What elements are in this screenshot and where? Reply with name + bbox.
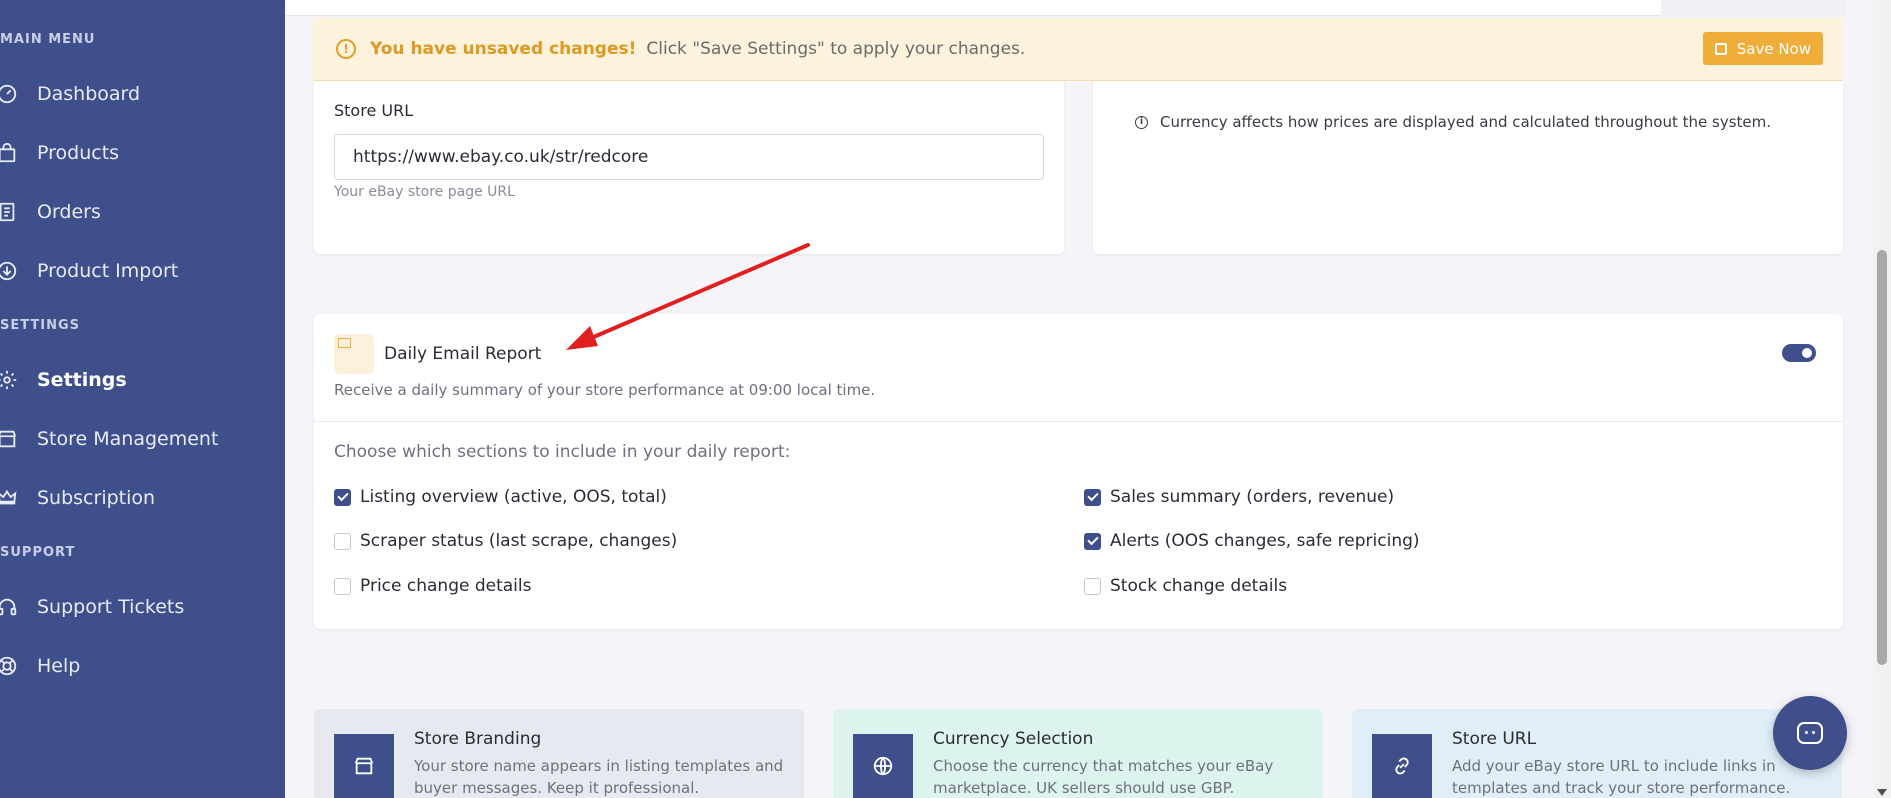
sidebar-item-dashboard[interactable]: Dashboard	[0, 74, 140, 114]
sidebar-item-label: Orders	[37, 201, 101, 223]
checkbox-unchecked[interactable]	[334, 532, 351, 550]
tile-title: Store URL	[1452, 729, 1537, 749]
banner-text: Click "Save Settings" to apply your chan…	[646, 39, 1026, 59]
option-label: Price change details	[360, 576, 532, 596]
bag-icon	[0, 142, 20, 164]
sidebar-item-support-tickets[interactable]: Support Tickets	[0, 587, 184, 627]
info-tile-currency-selection: Currency Selection Choose the currency t…	[833, 709, 1323, 798]
top-bar-right-area	[1661, 0, 1845, 16]
daily-email-report-card: Daily Email Report Receive a daily summa…	[314, 314, 1843, 629]
headset-icon	[0, 596, 20, 618]
daily-report-toggle[interactable]	[1782, 344, 1816, 362]
store-icon	[0, 428, 20, 450]
info-tile-store-branding: Store Branding Your store name appears i…	[314, 709, 804, 798]
dashboard-icon	[0, 83, 20, 105]
option-sales-summary[interactable]: Sales summary (orders, revenue)	[1084, 487, 1394, 507]
scroll-down-arrow-icon[interactable]	[1877, 789, 1887, 796]
banner-title: You have unsaved changes!	[370, 39, 637, 59]
store-icon	[334, 734, 394, 798]
chat-icon	[1797, 722, 1823, 744]
sidebar: MAIN MENU Dashboard Products Orders Prod…	[0, 0, 285, 798]
tile-text: Your store name appears in listing templ…	[414, 757, 784, 797]
daily-report-subtitle: Receive a daily summary of your store pe…	[334, 381, 876, 399]
unsaved-changes-banner: ! You have unsaved changes! Click "Save …	[313, 18, 1843, 81]
sidebar-item-label: Settings	[37, 369, 127, 391]
sidebar-item-label: Help	[37, 655, 81, 677]
receipt-icon	[0, 201, 20, 223]
chat-button[interactable]	[1773, 696, 1847, 770]
scrollbar-thumb[interactable]	[1877, 250, 1887, 665]
sidebar-item-product-import[interactable]: Product Import	[0, 251, 178, 291]
store-url-card: Store URL Your eBay store page URL	[314, 81, 1064, 254]
sections-choose-label: Choose which sections to include in your…	[334, 442, 791, 462]
sidebar-item-products[interactable]: Products	[0, 133, 119, 173]
sidebar-item-orders[interactable]: Orders	[0, 192, 101, 232]
option-stock-change-details[interactable]: Stock change details	[1084, 576, 1287, 596]
checkbox-unchecked[interactable]	[334, 577, 351, 595]
warning-icon: !	[336, 39, 356, 59]
sidebar-item-label: Products	[37, 142, 120, 164]
currency-card: i Currency affects how prices are displa…	[1093, 81, 1843, 254]
sidebar-item-label: Dashboard	[37, 83, 141, 105]
store-url-label: Store URL	[334, 101, 414, 120]
option-label: Scraper status (last scrape, changes)	[360, 531, 678, 551]
checkbox-unchecked[interactable]	[1084, 577, 1101, 595]
crown-icon	[0, 487, 20, 509]
sidebar-item-settings[interactable]: Settings	[0, 360, 127, 400]
option-label: Listing overview (active, OOS, total)	[360, 487, 667, 507]
sidebar-item-label: Store Management	[37, 428, 219, 450]
link-icon	[1372, 734, 1432, 798]
cloud-download-icon	[0, 260, 20, 282]
sidebar-item-store-management[interactable]: Store Management	[0, 419, 218, 459]
globe-icon	[853, 734, 913, 798]
sidebar-item-label: Product Import	[37, 260, 179, 282]
sidebar-item-label: Subscription	[37, 487, 156, 509]
info-icon: i	[1135, 115, 1148, 129]
store-url-hint: Your eBay store page URL	[334, 184, 515, 200]
checkbox-checked[interactable]	[1084, 488, 1101, 506]
mail-icon	[334, 334, 374, 374]
currency-info-text: Currency affects how prices are displaye…	[1160, 113, 1772, 131]
option-price-change-details[interactable]: Price change details	[334, 576, 531, 596]
tile-title: Currency Selection	[933, 729, 1094, 749]
store-url-input[interactable]	[334, 134, 1044, 180]
page-scrollbar[interactable]	[1873, 0, 1891, 798]
info-tile-store-url: Store URL Add your eBay store URL to inc…	[1352, 709, 1842, 798]
sidebar-section-settings: SETTINGS	[0, 318, 81, 333]
sidebar-item-help[interactable]: Help	[0, 646, 80, 686]
save-now-button[interactable]: Save Now	[1702, 32, 1823, 65]
option-label: Alerts (OOS changes, safe repricing)	[1110, 531, 1420, 551]
save-now-label: Save Now	[1736, 39, 1811, 58]
tile-text: Choose the currency that matches your eB…	[933, 757, 1274, 797]
lifebuoy-icon	[0, 655, 20, 677]
tile-text: Add your eBay store URL to include links…	[1452, 757, 1791, 797]
sidebar-section-support: SUPPORT	[0, 545, 76, 560]
option-alerts[interactable]: Alerts (OOS changes, safe repricing)	[1084, 531, 1420, 551]
option-listing-overview[interactable]: Listing overview (active, OOS, total)	[334, 487, 667, 507]
option-label: Stock change details	[1110, 576, 1288, 596]
checkbox-checked[interactable]	[1084, 532, 1101, 550]
sidebar-item-subscription[interactable]: Subscription	[0, 478, 155, 518]
checkbox-checked[interactable]	[334, 488, 351, 506]
save-icon	[1714, 42, 1727, 55]
tile-title: Store Branding	[414, 729, 542, 749]
divider	[314, 421, 1843, 422]
option-scraper-status[interactable]: Scraper status (last scrape, changes)	[334, 531, 677, 551]
currency-info: i Currency affects how prices are displa…	[1135, 113, 1771, 131]
gear-icon	[0, 369, 20, 391]
option-label: Sales summary (orders, revenue)	[1110, 487, 1395, 507]
top-bar	[285, 0, 1845, 16]
sidebar-section-main: MAIN MENU	[0, 32, 96, 47]
toggle-knob	[1802, 348, 1812, 358]
sidebar-item-label: Support Tickets	[37, 596, 185, 618]
daily-report-title: Daily Email Report	[384, 344, 542, 364]
